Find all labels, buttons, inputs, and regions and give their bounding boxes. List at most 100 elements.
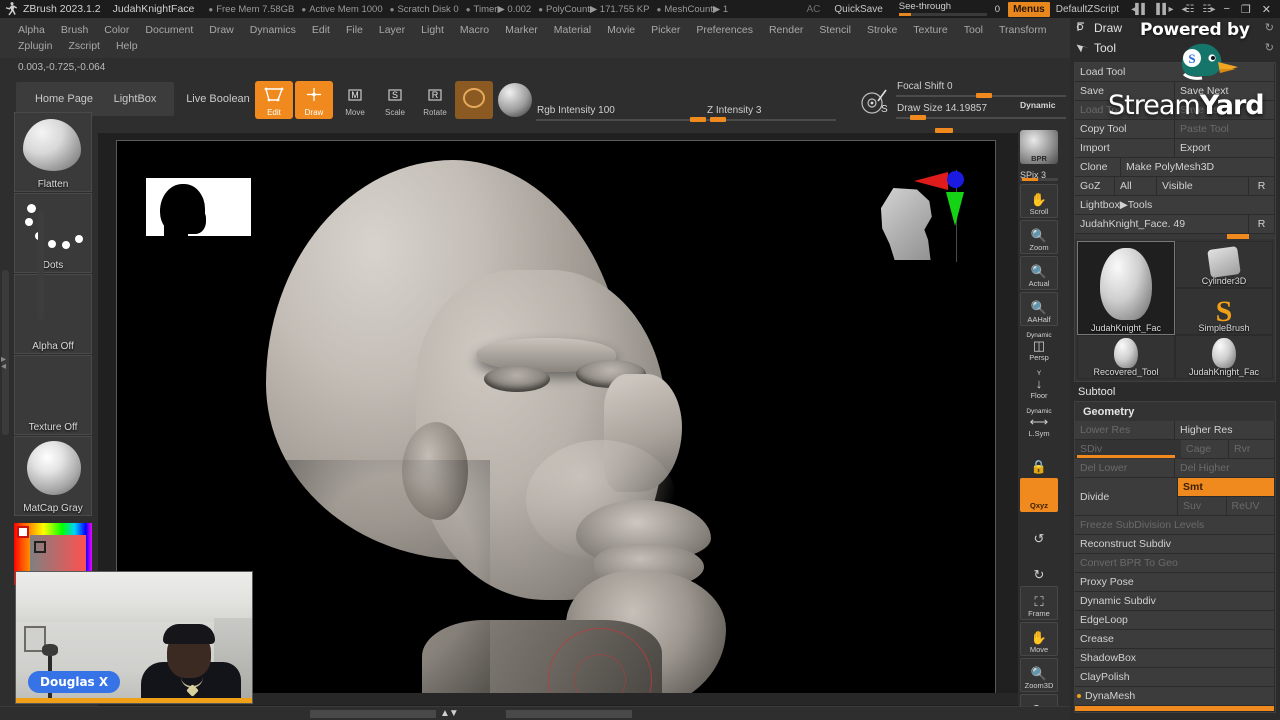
- tray-left-icon[interactable]: ◂▌▌: [1131, 4, 1148, 15]
- lower-res-button[interactable]: Lower Res: [1075, 421, 1175, 440]
- current-material-swatch[interactable]: [498, 83, 532, 117]
- menu-item-marker[interactable]: Marker: [497, 22, 546, 38]
- reconstruct-subdiv-button[interactable]: Reconstruct Subdiv: [1075, 535, 1275, 554]
- stroke-palette-cell[interactable]: Dots: [14, 193, 92, 273]
- paste-tool-button[interactable]: Paste Tool: [1175, 120, 1275, 139]
- bottom-scroll-right[interactable]: [506, 710, 632, 718]
- bottom-resize-handle-icon[interactable]: ▲▼: [440, 708, 459, 719]
- tool-thumb-recovered-tool[interactable]: Recovered_Tool: [1077, 335, 1175, 379]
- z-intensity-slider[interactable]: Z Intensity 3: [706, 105, 836, 122]
- frame-button[interactable]: ⛶ Frame: [1020, 586, 1058, 620]
- suv-button[interactable]: Suv: [1178, 497, 1227, 516]
- claypolish-button[interactable]: ClayPolish: [1075, 668, 1275, 687]
- menu-item-preferences[interactable]: Preferences: [688, 22, 761, 38]
- menu-item-document[interactable]: Document: [137, 22, 201, 38]
- menu-item-zscript[interactable]: Zscript: [60, 38, 108, 54]
- menu-item-stencil[interactable]: Stencil: [811, 22, 859, 38]
- menu-item-alpha[interactable]: Alpha: [10, 22, 53, 38]
- brush-palette-cell[interactable]: Flatten: [14, 112, 92, 192]
- menu-item-tool[interactable]: Tool: [956, 22, 991, 38]
- floor-button[interactable]: Y ↓ Floor: [1020, 366, 1058, 402]
- draw-mode-button[interactable]: Draw: [295, 81, 333, 119]
- menu-item-stroke[interactable]: Stroke: [859, 22, 905, 38]
- proxy-pose-button[interactable]: Proxy Pose: [1075, 573, 1275, 592]
- current-tool-name[interactable]: JudahKnight_Face. 49: [1075, 215, 1249, 234]
- move-mode-button[interactable]: M Move: [336, 81, 374, 119]
- menu-item-layer[interactable]: Layer: [371, 22, 413, 38]
- menu-item-texture[interactable]: Texture: [905, 22, 955, 38]
- current-brush-swatch[interactable]: [455, 81, 493, 119]
- rotate-ccw-button[interactable]: ↺: [1020, 514, 1058, 548]
- rvr-button[interactable]: Rvr: [1229, 440, 1275, 459]
- menu-item-help[interactable]: Help: [108, 38, 146, 54]
- freeze-subdivision-levels-button[interactable]: Freeze SubDivision Levels: [1075, 516, 1275, 535]
- tool-palette-header[interactable]: Tool: [1076, 40, 1116, 56]
- export-button[interactable]: Export: [1175, 139, 1275, 158]
- menu-item-file[interactable]: File: [338, 22, 371, 38]
- viewport-toolbar-scrollbar[interactable]: [38, 210, 44, 320]
- menu-item-macro[interactable]: Macro: [452, 22, 497, 38]
- gizmo-x-axis-icon[interactable]: [914, 172, 948, 190]
- menu-item-light[interactable]: Light: [413, 22, 452, 38]
- window-close-button[interactable]: ✕: [1262, 3, 1271, 16]
- sdiv-slider[interactable]: SDiv: [1075, 440, 1181, 459]
- ac-label[interactable]: AC: [807, 4, 821, 15]
- color-cursor-icon[interactable]: [34, 541, 46, 553]
- menu-item-color[interactable]: Color: [96, 22, 137, 38]
- actual-button[interactable]: 🔍 Actual: [1020, 256, 1058, 290]
- menu-item-render[interactable]: Render: [761, 22, 811, 38]
- rotate-mode-button[interactable]: R Rotate: [416, 81, 454, 119]
- scale-mode-button[interactable]: S Scale: [376, 81, 414, 119]
- sculpt-model[interactable]: [226, 160, 786, 700]
- z-intensity-knob[interactable]: [710, 117, 726, 122]
- rgb-intensity-knob[interactable]: [690, 117, 706, 122]
- panel-right-icon[interactable]: ☷▸: [1202, 4, 1215, 15]
- material-palette-cell[interactable]: MatCap Gray: [14, 436, 92, 516]
- menu-item-movie[interactable]: Movie: [599, 22, 643, 38]
- window-minimize-button[interactable]: −: [1223, 3, 1229, 15]
- subtool-section-header[interactable]: Subtool: [1070, 382, 1280, 401]
- rgb-intensity-slider[interactable]: Rgb Intensity 100: [536, 105, 706, 122]
- menu-item-zplugin[interactable]: Zplugin: [10, 38, 60, 54]
- qxyz-button[interactable]: Qxyz: [1020, 478, 1058, 512]
- aahalf-button[interactable]: 🔍 AAHalf: [1020, 292, 1058, 326]
- copy-tool-button[interactable]: Copy Tool: [1075, 120, 1175, 139]
- higher-res-button[interactable]: Higher Res: [1175, 421, 1275, 440]
- tool-thumb-cylinder3d[interactable]: Cylinder3D: [1175, 241, 1273, 288]
- save-next-button[interactable]: Save Next: [1175, 82, 1275, 101]
- zoom-button[interactable]: 🔍 Zoom: [1020, 220, 1058, 254]
- del-higher-button[interactable]: Del Higher: [1175, 459, 1275, 478]
- perspective-button[interactable]: Dynamic ◫ Persp: [1020, 328, 1058, 364]
- spix-slider[interactable]: SPix 3: [1020, 165, 1058, 181]
- geometry-section-header[interactable]: Geometry: [1075, 402, 1275, 421]
- tray-right-icon[interactable]: ▌▌▸: [1156, 4, 1173, 15]
- tool-list-scroll-thumb[interactable]: [1227, 234, 1249, 239]
- default-zscript-label[interactable]: DefaultZScript: [1056, 4, 1119, 15]
- rotate-cw-button[interactable]: ↻: [1020, 550, 1058, 584]
- menu-item-picker[interactable]: Picker: [643, 22, 688, 38]
- menu-item-edit[interactable]: Edit: [304, 22, 338, 38]
- current-tool-r-button[interactable]: R: [1249, 215, 1275, 234]
- menus-toggle-button[interactable]: Menus: [1008, 1, 1050, 17]
- menu-item-transform[interactable]: Transform: [991, 22, 1054, 38]
- tool-list-scroll[interactable]: [1075, 234, 1275, 239]
- load-tool-button[interactable]: Load Tool: [1075, 63, 1275, 82]
- menu-item-material[interactable]: Material: [546, 22, 599, 38]
- left-palette-expand-icon[interactable]: ▸ ◂: [1, 355, 6, 372]
- dynamic-subdiv-button[interactable]: Dynamic Subdiv: [1075, 592, 1275, 611]
- tool-thumb-judahknight-face[interactable]: JudahKnight_Fac: [1077, 241, 1175, 335]
- alpha-palette-cell[interactable]: Alpha Off: [14, 274, 92, 354]
- window-restore-button[interactable]: ❐: [1241, 3, 1251, 16]
- local-symmetry-button[interactable]: Dynamic ⟷ L.Sym: [1020, 404, 1058, 440]
- goz-r-button[interactable]: R: [1249, 177, 1275, 196]
- tool-thumb-simplebrush[interactable]: S SimpleBrush: [1175, 288, 1273, 335]
- menu-item-draw[interactable]: Draw: [201, 22, 242, 38]
- panel-left-icon[interactable]: ◂☷: [1182, 4, 1195, 15]
- import-button[interactable]: Import: [1075, 139, 1175, 158]
- goz-all-button[interactable]: All: [1115, 177, 1157, 196]
- make-polymesh3d-button[interactable]: Make PolyMesh3D: [1121, 158, 1275, 177]
- focal-shift-knob[interactable]: [976, 93, 992, 98]
- see-through-slider[interactable]: See-through: [898, 0, 987, 18]
- clone-button[interactable]: Clone: [1075, 158, 1121, 177]
- menu-item-brush[interactable]: Brush: [53, 22, 96, 38]
